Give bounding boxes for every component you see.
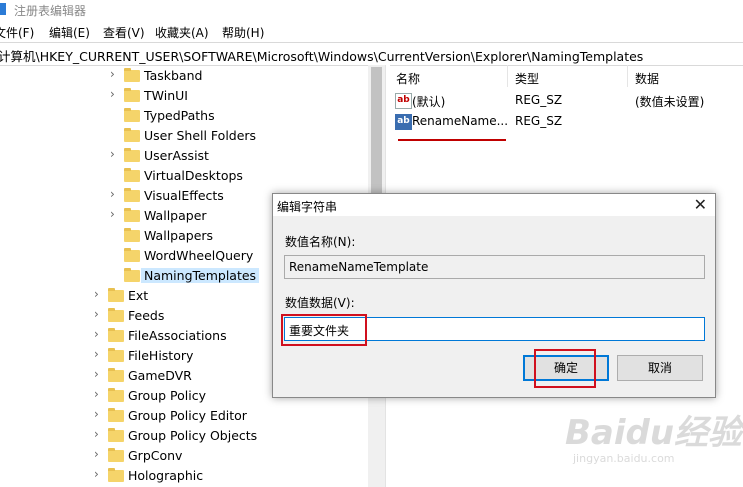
address-bar[interactable]: 计算机\HKEY_CURRENT_USER\SOFTWARE\Microsoft…: [0, 42, 743, 66]
tree-item-label: GameDVR: [128, 368, 192, 383]
folder-icon: [108, 448, 124, 462]
chevron-right-icon[interactable]: ›: [110, 187, 120, 201]
value-type: REG_SZ: [515, 93, 563, 107]
list-item[interactable]: ab (默认) REG_SZ (数值未设置): [389, 91, 743, 111]
edit-string-dialog: 编辑字符串 ✕ 数值名称(N): RenameNameTemplate 数值数据…: [272, 193, 716, 398]
folder-icon: [124, 68, 140, 82]
folder-icon: [124, 108, 140, 122]
column-divider[interactable]: [627, 65, 628, 87]
chevron-right-icon[interactable]: ›: [94, 467, 104, 481]
chevron-right-icon[interactable]: ›: [110, 67, 120, 81]
list-item-selected[interactable]: ab RenameName... REG_SZ: [389, 112, 743, 132]
folder-icon: [108, 428, 124, 442]
folder-icon: [108, 328, 124, 342]
folder-icon: [124, 88, 140, 102]
dialog-title-bar: 编辑字符串 ✕: [273, 194, 715, 216]
chevron-right-icon[interactable]: ›: [94, 447, 104, 461]
value-name: (默认): [412, 95, 446, 109]
title-bar: 注册表编辑器: [0, 0, 743, 20]
folder-icon: [108, 368, 124, 382]
folder-icon: [124, 148, 140, 162]
watermark: Baidu经验 jingyan.baidu.com: [565, 405, 743, 475]
value-name-field: RenameNameTemplate: [284, 255, 705, 279]
window-title: 注册表编辑器: [14, 4, 87, 18]
chevron-right-icon[interactable]: ›: [94, 327, 104, 341]
folder-icon: [124, 168, 140, 182]
value-name: RenameName...: [412, 114, 509, 128]
chevron-right-icon[interactable]: ›: [94, 367, 104, 381]
close-icon[interactable]: ✕: [694, 195, 707, 214]
tree-item-label: TypedPaths: [144, 108, 215, 123]
cancel-button[interactable]: 取消: [617, 355, 703, 381]
menu-view[interactable]: 查看(V): [103, 24, 145, 41]
watermark-brand: Baidu经验: [565, 413, 743, 453]
value-data: (数值未设置): [635, 95, 705, 109]
watermark-url: jingyan.baidu.com: [573, 452, 675, 465]
list-header: 名称 类型 数据: [389, 65, 743, 87]
value-data-label: 数值数据(V):: [285, 296, 355, 310]
menu-bar: 文件(F) 编辑(E) 查看(V) 收藏夹(A) 帮助(H): [0, 22, 743, 42]
tree-item-label: UserAssist: [144, 148, 209, 163]
tree-item-label: TWinUI: [144, 88, 188, 103]
string-value-icon: ab: [395, 93, 412, 109]
chevron-right-icon[interactable]: ›: [94, 407, 104, 421]
value-name-label: 数值名称(N):: [285, 235, 356, 249]
tree-item-label: NamingTemplates: [141, 268, 260, 283]
folder-icon: [108, 308, 124, 322]
folder-icon: [108, 288, 124, 302]
menu-help[interactable]: 帮助(H): [222, 24, 264, 41]
folder-icon: [108, 468, 124, 482]
folder-icon: [124, 188, 140, 202]
column-header-data[interactable]: 数据: [635, 70, 659, 87]
dialog-title: 编辑字符串: [277, 200, 338, 214]
folder-icon: [108, 408, 124, 422]
chevron-right-icon[interactable]: ›: [110, 147, 120, 161]
chevron-right-icon[interactable]: ›: [94, 347, 104, 361]
tree-item-label: VisualEffects: [144, 188, 224, 203]
column-header-name[interactable]: 名称: [396, 70, 420, 87]
folder-icon: [124, 228, 140, 242]
folder-icon: [108, 348, 124, 362]
tree-item-label: VirtualDesktops: [144, 168, 243, 183]
value-type: REG_SZ: [515, 114, 563, 128]
tree-item-label: Group Policy: [128, 388, 206, 403]
tree-item-label: Group Policy Editor: [128, 408, 247, 423]
folder-icon: [124, 128, 140, 142]
tree-item-label: Wallpaper: [144, 208, 207, 223]
folder-icon: [124, 208, 140, 222]
tree-item-label: FileHistory: [128, 348, 194, 363]
menu-edit[interactable]: 编辑(E): [49, 24, 90, 41]
chevron-right-icon[interactable]: ›: [94, 387, 104, 401]
folder-icon: [108, 388, 124, 402]
address-path: 计算机\HKEY_CURRENT_USER\SOFTWARE\Microsoft…: [0, 49, 644, 64]
highlight-box: [534, 349, 596, 388]
value-name-text: RenameNameTemplate: [289, 260, 429, 274]
tree-item-label: Group Policy Objects: [128, 428, 258, 443]
tree-item-label: GrpConv: [128, 448, 183, 463]
column-divider[interactable]: [507, 65, 508, 87]
column-header-type[interactable]: 类型: [515, 70, 539, 87]
highlight-underline: [398, 139, 506, 141]
chevron-right-icon[interactable]: ›: [94, 427, 104, 441]
chevron-right-icon[interactable]: ›: [94, 287, 104, 301]
tree-item-label: Taskband: [144, 68, 203, 83]
folder-icon: [124, 268, 140, 282]
menu-file[interactable]: 文件(F): [0, 24, 34, 41]
menu-favorites[interactable]: 收藏夹(A): [155, 24, 209, 41]
tree-item-label: Wallpapers: [144, 228, 214, 243]
tree-item-label: Feeds: [128, 308, 165, 323]
highlight-box: [281, 314, 367, 346]
chevron-right-icon[interactable]: ›: [94, 307, 104, 321]
tree-item-label: User Shell Folders: [144, 128, 257, 143]
tree-item-label: Ext: [128, 288, 149, 303]
folder-icon: [124, 248, 140, 262]
tree-item-label: FileAssociations: [128, 328, 227, 343]
chevron-right-icon[interactable]: ›: [110, 87, 120, 101]
regedit-app-icon: [0, 3, 6, 15]
tree-item-label: WordWheelQuery: [144, 248, 254, 263]
tree-item-label: Holographic: [128, 468, 204, 483]
chevron-right-icon[interactable]: ›: [110, 207, 120, 221]
string-value-icon: ab: [395, 114, 412, 130]
